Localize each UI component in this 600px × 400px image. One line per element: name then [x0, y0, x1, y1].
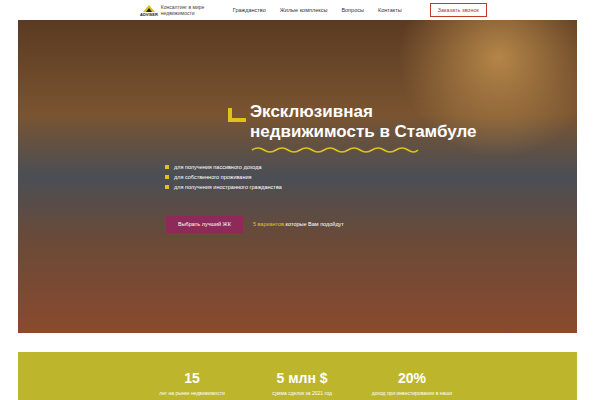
bullet-square-icon	[165, 175, 169, 179]
pick-complex-button[interactable]: Выбрать лучший ЖК	[166, 216, 243, 233]
house-logo-icon	[142, 3, 156, 13]
bullet-square-icon	[165, 165, 169, 169]
bullet-square-icon	[165, 185, 169, 189]
logo-tagline: Консалтинг в мире недвижимости	[161, 4, 209, 16]
wave-underline-icon	[250, 146, 420, 154]
stat-label: лет на рынке недвижимости	[159, 390, 224, 396]
hero-content: Эксклюзивнаянедвижимость в Стамбуле для п…	[18, 20, 577, 233]
stat-item: 15 лет на рынке недвижимости	[146, 370, 238, 400]
stat-value: 5 млн $	[276, 370, 327, 386]
options-note: 5 вариантов,которые Вам подойдут	[253, 221, 344, 227]
logo-brand: ADVISER	[140, 13, 158, 17]
nav-item[interactable]: Гражданство	[233, 7, 266, 13]
stats-band: 15 лет на рынке недвижимости 5 млн $ сумма …	[18, 352, 577, 400]
benefit-list: для получения пассивного дохода для собст…	[165, 164, 577, 190]
main-nav: Гражданство Жилые комплексы Вопросы Контакт…	[233, 7, 402, 13]
benefit-item: для получения иностранного гражданства	[165, 184, 577, 190]
site-header: ADVISERКонсалтинг в мире недвижимости Гра…	[0, 0, 600, 19]
benefit-item: для получения пассивного дохода	[165, 164, 577, 170]
nav-item[interactable]: Контакты	[378, 7, 402, 13]
corner-mark-icon	[228, 108, 246, 122]
stat-value: 20%	[398, 370, 426, 386]
stat-value: 15	[184, 370, 200, 386]
stat-label: доход при инвестировании в наши	[372, 390, 452, 396]
callback-button[interactable]: Заказать звонок	[430, 3, 487, 17]
nav-item[interactable]: Вопросы	[341, 7, 364, 13]
stat-label: сумма сделок за 2021 год	[272, 390, 332, 396]
nav-item[interactable]: Жилые комплексы	[280, 7, 328, 13]
logo[interactable]: ADVISERКонсалтинг в мире недвижимости	[140, 3, 209, 17]
hero-title: Эксклюзивнаянедвижимость в Стамбуле	[250, 102, 477, 143]
landing-page: ADVISERКонсалтинг в мире недвижимости Гра…	[0, 0, 600, 400]
hero-photo: Эксклюзивнаянедвижимость в Стамбуле для п…	[18, 20, 577, 333]
stat-item: 5 млн $ сумма сделок за 2021 год	[256, 370, 348, 400]
stat-item: 20% доход при инвестировании в наши	[366, 370, 458, 400]
benefit-item: для собственного проживания	[165, 174, 577, 180]
